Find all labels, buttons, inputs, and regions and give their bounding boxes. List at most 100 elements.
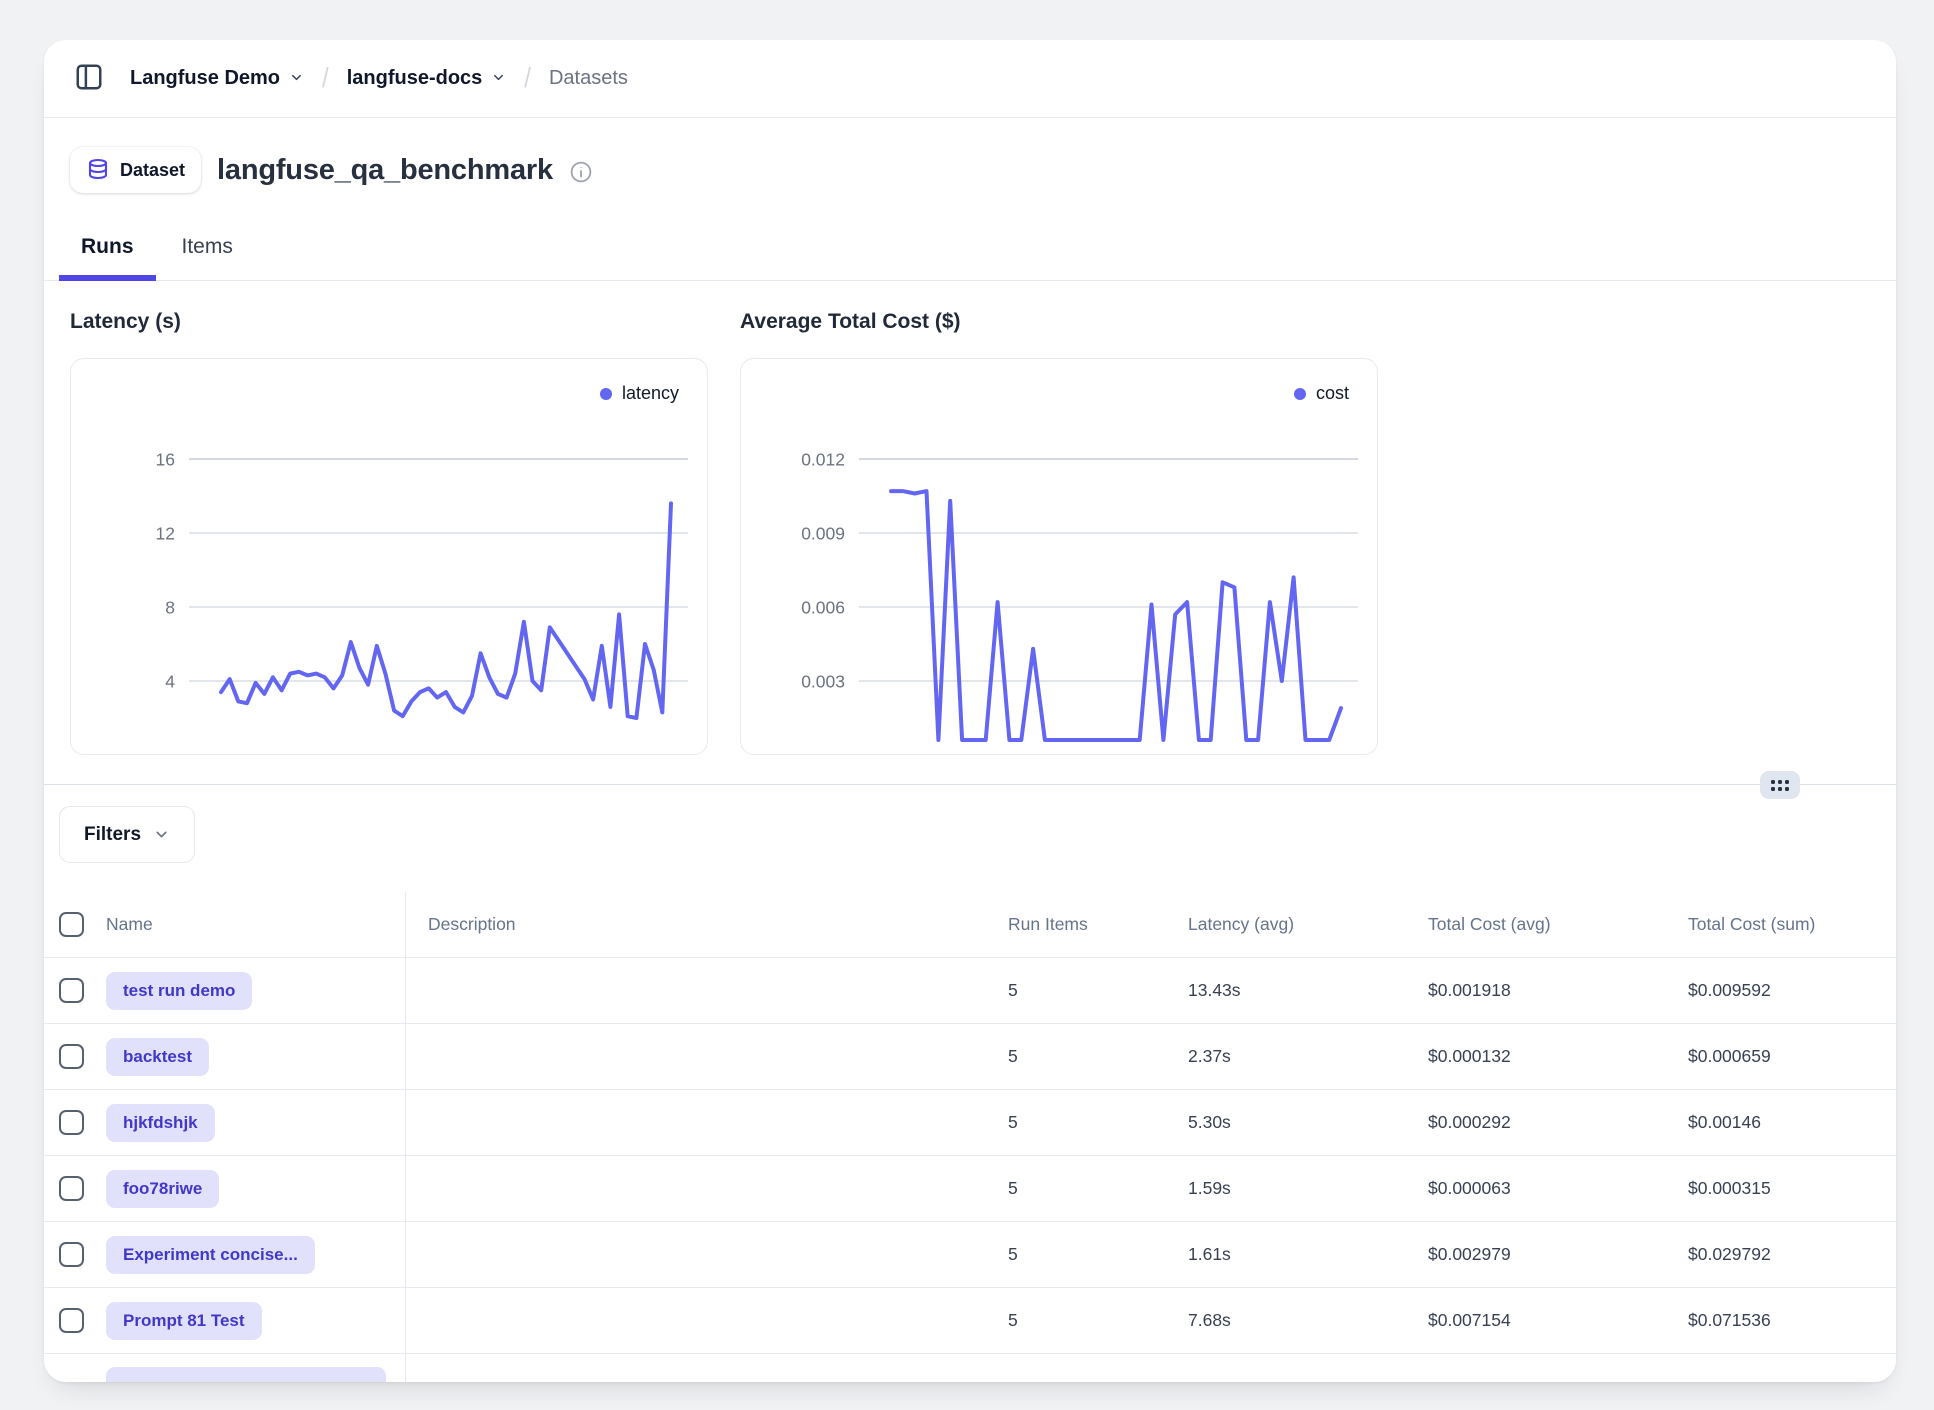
legend-dot-icon (600, 388, 612, 400)
table-row-partial (44, 1354, 1896, 1382)
row-description-cell (406, 958, 986, 1023)
table-row: Experiment concise... 5 1.61s $0.002979 … (44, 1222, 1896, 1288)
header-latency-avg: Latency (avg) (1166, 892, 1406, 957)
run-name-pill[interactable]: hjkfdshjk (106, 1104, 215, 1142)
svg-text:0.012: 0.012 (801, 450, 845, 470)
breadcrumb-project-label: Langfuse Demo (130, 67, 280, 90)
svg-text:0.009: 0.009 (801, 524, 845, 544)
row-total-cost-sum-cell: $0.009592 (1666, 958, 1896, 1023)
latency-legend: latency (600, 383, 679, 404)
select-all-checkbox[interactable] (59, 912, 84, 937)
header-description: Description (406, 892, 986, 957)
resize-grip-handle[interactable] (1760, 771, 1800, 799)
table-body: test run demo 5 13.43s $0.001918 $0.0095… (44, 958, 1896, 1354)
row-checkbox[interactable] (59, 1242, 84, 1267)
row-run-items-cell: 5 (986, 1090, 1166, 1155)
row-run-items-cell: 5 (986, 1222, 1166, 1287)
table-row: backtest 5 2.37s $0.000132 $0.000659 (44, 1024, 1896, 1090)
run-name-pill[interactable]: test run demo (106, 972, 252, 1010)
tab-items[interactable]: Items (160, 235, 255, 280)
svg-text:8: 8 (165, 598, 175, 618)
dataset-type-badge: Dataset (70, 147, 201, 193)
row-total-cost-avg-cell: $0.007154 (1406, 1288, 1666, 1353)
legend-dot-icon (1294, 388, 1306, 400)
row-latency-avg-cell: 1.61s (1166, 1222, 1406, 1287)
breadcrumb-separator: / (322, 62, 329, 94)
row-run-items-cell: 5 (986, 1024, 1166, 1089)
row-total-cost-sum-cell: $0.00146 (1666, 1090, 1896, 1155)
filters-row: Filters (44, 785, 1896, 892)
row-name-cell: backtest (44, 1024, 406, 1089)
table-row: Prompt 81 Test 5 7.68s $0.007154 $0.0715… (44, 1288, 1896, 1354)
filters-button[interactable]: Filters (59, 806, 195, 863)
svg-text:16: 16 (156, 450, 175, 470)
header-total-cost-avg: Total Cost (avg) (1406, 892, 1666, 957)
database-icon (86, 158, 110, 182)
grip-dots-icon (1771, 780, 1789, 791)
runs-table: Name Description Run Items Latency (avg)… (44, 892, 1896, 1382)
row-total-cost-sum-cell: $0.071536 (1666, 1288, 1896, 1353)
cost-line-plot: 0.0120.0090.0060.003 (741, 359, 1377, 754)
breadcrumb-page-label[interactable]: Datasets (549, 67, 628, 90)
run-name-pill[interactable] (106, 1367, 386, 1382)
breadcrumb-environment-label: langfuse-docs (347, 67, 483, 90)
row-total-cost-avg-cell: $0.002979 (1406, 1222, 1666, 1287)
latency-chart: 161284 latency (70, 358, 708, 755)
latency-line-plot: 161284 (71, 359, 707, 754)
row-total-cost-sum-cell: $0.000315 (1666, 1156, 1896, 1221)
latency-chart-title: Latency (s) (70, 307, 708, 337)
row-description-cell (406, 1222, 986, 1287)
row-checkbox[interactable] (59, 978, 84, 1003)
row-description-cell (406, 1288, 986, 1353)
table-row: hjkfdshjk 5 5.30s $0.000292 $0.00146 (44, 1090, 1896, 1156)
row-name-cell: foo78riwe (44, 1156, 406, 1221)
run-name-pill[interactable]: backtest (106, 1038, 209, 1076)
svg-text:0.003: 0.003 (801, 672, 845, 692)
row-total-cost-avg-cell: $0.000063 (1406, 1156, 1666, 1221)
latency-chart-group: Latency (s) 161284 latency (70, 307, 708, 755)
row-latency-avg-cell: 5.30s (1166, 1090, 1406, 1155)
row-checkbox[interactable] (59, 1110, 84, 1135)
chevron-down-icon (153, 826, 170, 843)
legend-label: latency (622, 383, 679, 404)
row-run-items-cell: 5 (986, 1156, 1166, 1221)
legend-label: cost (1316, 383, 1349, 404)
row-checkbox[interactable] (59, 1044, 84, 1069)
row-latency-avg-cell: 13.43s (1166, 958, 1406, 1023)
app-window: Langfuse Demo / langfuse-docs / Datasets (44, 40, 1896, 1382)
charts-section: Latency (s) 161284 latency Average Total… (44, 281, 1896, 755)
row-description-cell (406, 1090, 986, 1155)
tab-runs[interactable]: Runs (59, 235, 156, 280)
header-total-cost-sum: Total Cost (sum) (1666, 892, 1896, 957)
row-checkbox[interactable] (59, 1176, 84, 1201)
page-title: langfuse_qa_benchmark (217, 154, 553, 187)
row-name-cell: Experiment concise... (44, 1222, 406, 1287)
row-total-cost-sum-cell: $0.000659 (1666, 1024, 1896, 1089)
row-name-cell: Prompt 81 Test (44, 1288, 406, 1353)
panel-left-icon (74, 62, 104, 95)
run-name-pill[interactable]: Prompt 81 Test (106, 1302, 262, 1340)
breadcrumb-separator: / (524, 62, 531, 94)
row-run-items-cell: 5 (986, 1288, 1166, 1353)
row-checkbox[interactable] (59, 1308, 84, 1333)
breadcrumb-environment-selector[interactable]: langfuse-docs (347, 66, 507, 91)
column-label-name: Name (106, 914, 153, 935)
row-run-items-cell: 5 (986, 958, 1166, 1023)
run-name-pill[interactable]: Experiment concise... (106, 1236, 315, 1274)
row-total-cost-avg-cell: $0.001918 (1406, 958, 1666, 1023)
run-name-pill[interactable]: foo78riwe (106, 1170, 219, 1208)
row-description-cell (406, 1024, 986, 1089)
info-icon[interactable] (569, 160, 593, 184)
sidebar-toggle-button[interactable] (72, 62, 106, 96)
chevron-down-icon (289, 68, 304, 91)
resize-divider (44, 784, 1896, 785)
row-total-cost-sum-cell: $0.029792 (1666, 1222, 1896, 1287)
row-total-cost-avg-cell: $0.000132 (1406, 1024, 1666, 1089)
row-total-cost-avg-cell: $0.000292 (1406, 1090, 1666, 1155)
cost-chart: 0.0120.0090.0060.003 cost (740, 358, 1378, 755)
row-name-cell: hjkfdshjk (44, 1090, 406, 1155)
cost-chart-title: Average Total Cost ($) (740, 307, 1378, 337)
breadcrumb: Langfuse Demo / langfuse-docs / Datasets (130, 65, 628, 93)
table-header-row: Name Description Run Items Latency (avg)… (44, 892, 1896, 958)
breadcrumb-project-selector[interactable]: Langfuse Demo (130, 66, 304, 91)
